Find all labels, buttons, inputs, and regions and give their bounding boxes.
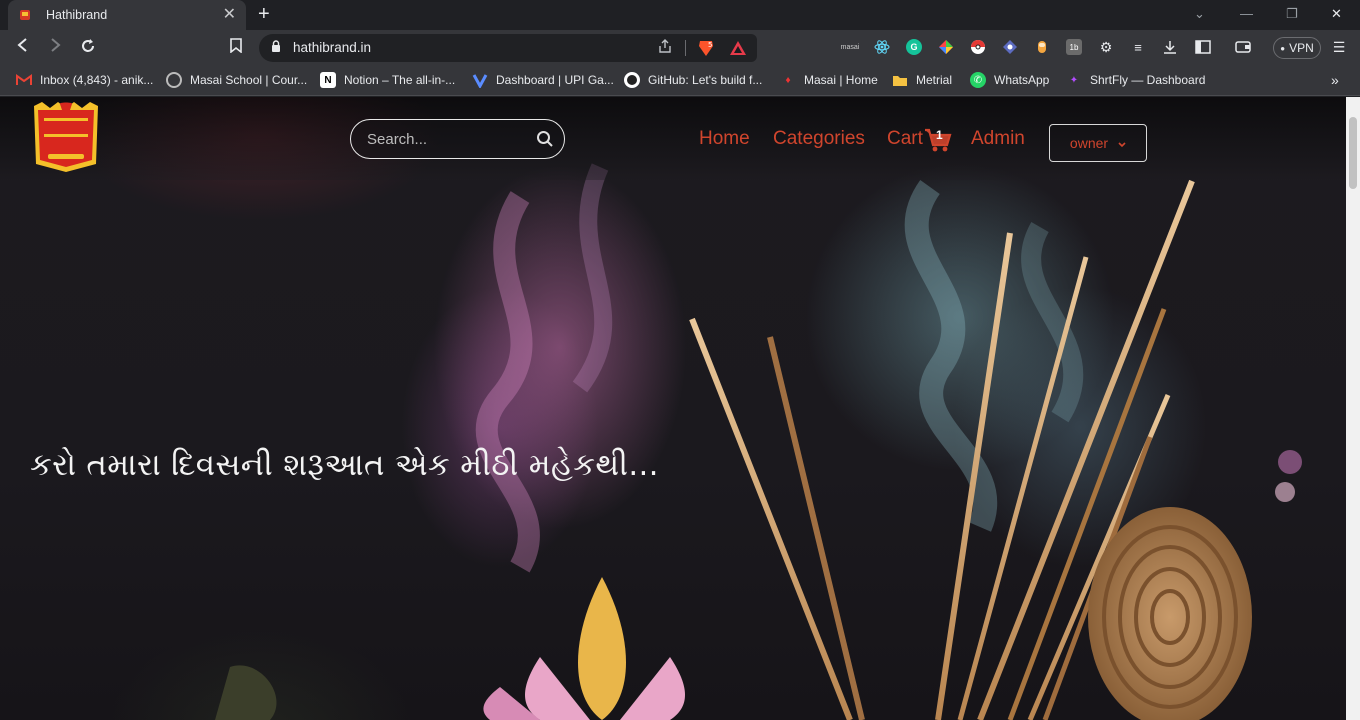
user-name: owner <box>1069 135 1109 151</box>
nav-categories-link[interactable]: Categories <box>773 128 865 150</box>
bookmark-whatsapp[interactable]: ✆ WhatsApp <box>970 72 1049 88</box>
tab-search-icon[interactable]: ⌄ <box>1194 6 1205 22</box>
lock-icon <box>271 40 281 56</box>
browser-tabbar: Hathibrand ✕ + ⌄ — ❐ ✕ <box>0 0 1360 30</box>
nav-cart-link[interactable]: Cart <box>887 128 923 150</box>
page-scrollbar[interactable] <box>1346 97 1360 720</box>
extensions-puzzle-icon[interactable]: ⚙ <box>1098 39 1114 55</box>
bookmark-label: Notion – The all-in-... <box>344 73 456 87</box>
bookmark-masai-home[interactable]: ♦ Masai | Home <box>780 72 878 88</box>
cart-count-badge: 1 <box>936 128 943 142</box>
tab-extension-icon[interactable]: 1b <box>1066 39 1082 55</box>
hathibrand-favicon-icon <box>18 7 32 23</box>
bookmark-metrial-folder[interactable]: Metrial <box>892 72 952 88</box>
bookmark-github[interactable]: GitHub: Let's build f... <box>624 72 762 88</box>
brave-shield-icon[interactable]: 5 <box>696 38 716 58</box>
pokeball-icon[interactable] <box>970 39 986 55</box>
search-box[interactable] <box>350 119 565 159</box>
vpn-label: VPN <box>1289 41 1314 55</box>
scrollbar-thumb[interactable] <box>1349 117 1357 189</box>
close-tab-icon[interactable]: ✕ <box>223 7 236 23</box>
webpage: Home Categories Cart 1 Admin owner કરો ત… <box>0 97 1346 720</box>
masai-icon: ♦ <box>785 74 791 86</box>
react-devtools-icon[interactable] <box>874 39 890 55</box>
upi-icon <box>472 72 488 88</box>
tab-title: Hathibrand <box>46 8 108 22</box>
bookmarks-bar: Inbox (4,843) - anik... Masai School | C… <box>0 64 1360 96</box>
back-icon[interactable] <box>16 38 30 57</box>
masai-extension-icon[interactable]: masai <box>841 39 860 55</box>
hathibrand-logo[interactable] <box>30 100 102 174</box>
restore-icon[interactable]: ❐ <box>1286 6 1298 22</box>
chevron-down-icon <box>1118 135 1126 151</box>
reading-list-icon[interactable]: ≡ <box>1130 39 1146 55</box>
incense-coil <box>1088 507 1252 720</box>
svg-text:5: 5 <box>708 41 712 49</box>
download-icon[interactable] <box>1162 39 1178 55</box>
grammarly-icon[interactable]: G <box>906 39 922 55</box>
color-picker-icon[interactable] <box>938 39 954 55</box>
brave-rewards-icon[interactable] <box>729 39 747 57</box>
browser-toolbar: hathibrand.in 5 masai G 1b ⚙ ≡ ☰ <box>0 30 1360 64</box>
bookmark-inbox[interactable]: Inbox (4,843) - anik... <box>16 72 153 88</box>
bookmark-upi-dashboard[interactable]: Dashboard | UPI Ga... <box>472 72 614 88</box>
close-window-icon[interactable]: ✕ <box>1331 6 1342 22</box>
github-icon <box>624 72 640 88</box>
incense-artwork <box>215 163 1302 720</box>
whatsapp-icon: ✆ <box>970 72 986 88</box>
sidebar-toggle-icon[interactable] <box>1195 39 1211 55</box>
user-menu-button[interactable]: owner <box>1049 124 1147 162</box>
bookmark-label: ShrtFly — Dashboard <box>1090 73 1206 87</box>
share-icon[interactable] <box>657 38 673 57</box>
bookmark-label: Inbox (4,843) - anik... <box>40 73 154 87</box>
browser-tab[interactable]: Hathibrand ✕ <box>8 0 246 30</box>
more-bookmarks-icon[interactable]: » <box>1331 72 1339 88</box>
vpn-button[interactable]: ● VPN <box>1273 37 1321 59</box>
bookmark-label: Metrial <box>916 73 953 87</box>
lotus-flower <box>483 577 685 720</box>
address-bar[interactable]: hathibrand.in 5 <box>259 34 757 62</box>
globe-icon <box>166 72 182 88</box>
bookmark-label: Dashboard | UPI Ga... <box>496 73 614 87</box>
reload-icon[interactable] <box>80 38 96 59</box>
honey-icon[interactable] <box>1034 39 1050 55</box>
bookmark-shrtfly[interactable]: ✦ ShrtFly — Dashboard <box>1066 72 1206 88</box>
hero-tagline: કરો તમારા દિવસની શરૂઆત એક મીઠી મહેકથી... <box>30 447 659 483</box>
search-icon[interactable] <box>536 130 554 148</box>
bookmark-label: WhatsApp <box>994 73 1050 87</box>
forward-icon[interactable] <box>48 38 62 57</box>
search-input[interactable] <box>367 129 527 149</box>
minimize-icon[interactable]: — <box>1240 6 1253 21</box>
menu-icon[interactable]: ☰ <box>1331 39 1347 55</box>
nav-home-link[interactable]: Home <box>699 128 750 150</box>
wallet-icon[interactable] <box>1235 39 1251 55</box>
diamond-extension-icon[interactable] <box>1002 39 1018 55</box>
url-text: hathibrand.in <box>293 40 372 55</box>
bookmark-masai-school[interactable]: Masai School | Cour... <box>166 72 307 88</box>
bookmark-notion[interactable]: N Notion – The all-in-... <box>320 72 455 88</box>
bookmark-icon[interactable] <box>230 38 242 58</box>
bookmark-label: Masai School | Cour... <box>190 73 308 87</box>
bookmark-label: Masai | Home <box>804 73 878 87</box>
vpn-status-dot-icon: ● <box>1280 43 1286 53</box>
gmail-icon <box>16 72 32 88</box>
new-tab-icon[interactable]: + <box>258 4 270 24</box>
folder-icon <box>892 72 908 88</box>
nav-admin-link[interactable]: Admin <box>971 128 1025 150</box>
notion-icon: N <box>320 72 336 88</box>
bookmark-label: GitHub: Let's build f... <box>648 73 763 87</box>
shrtfly-icon: ✦ <box>1069 74 1079 86</box>
